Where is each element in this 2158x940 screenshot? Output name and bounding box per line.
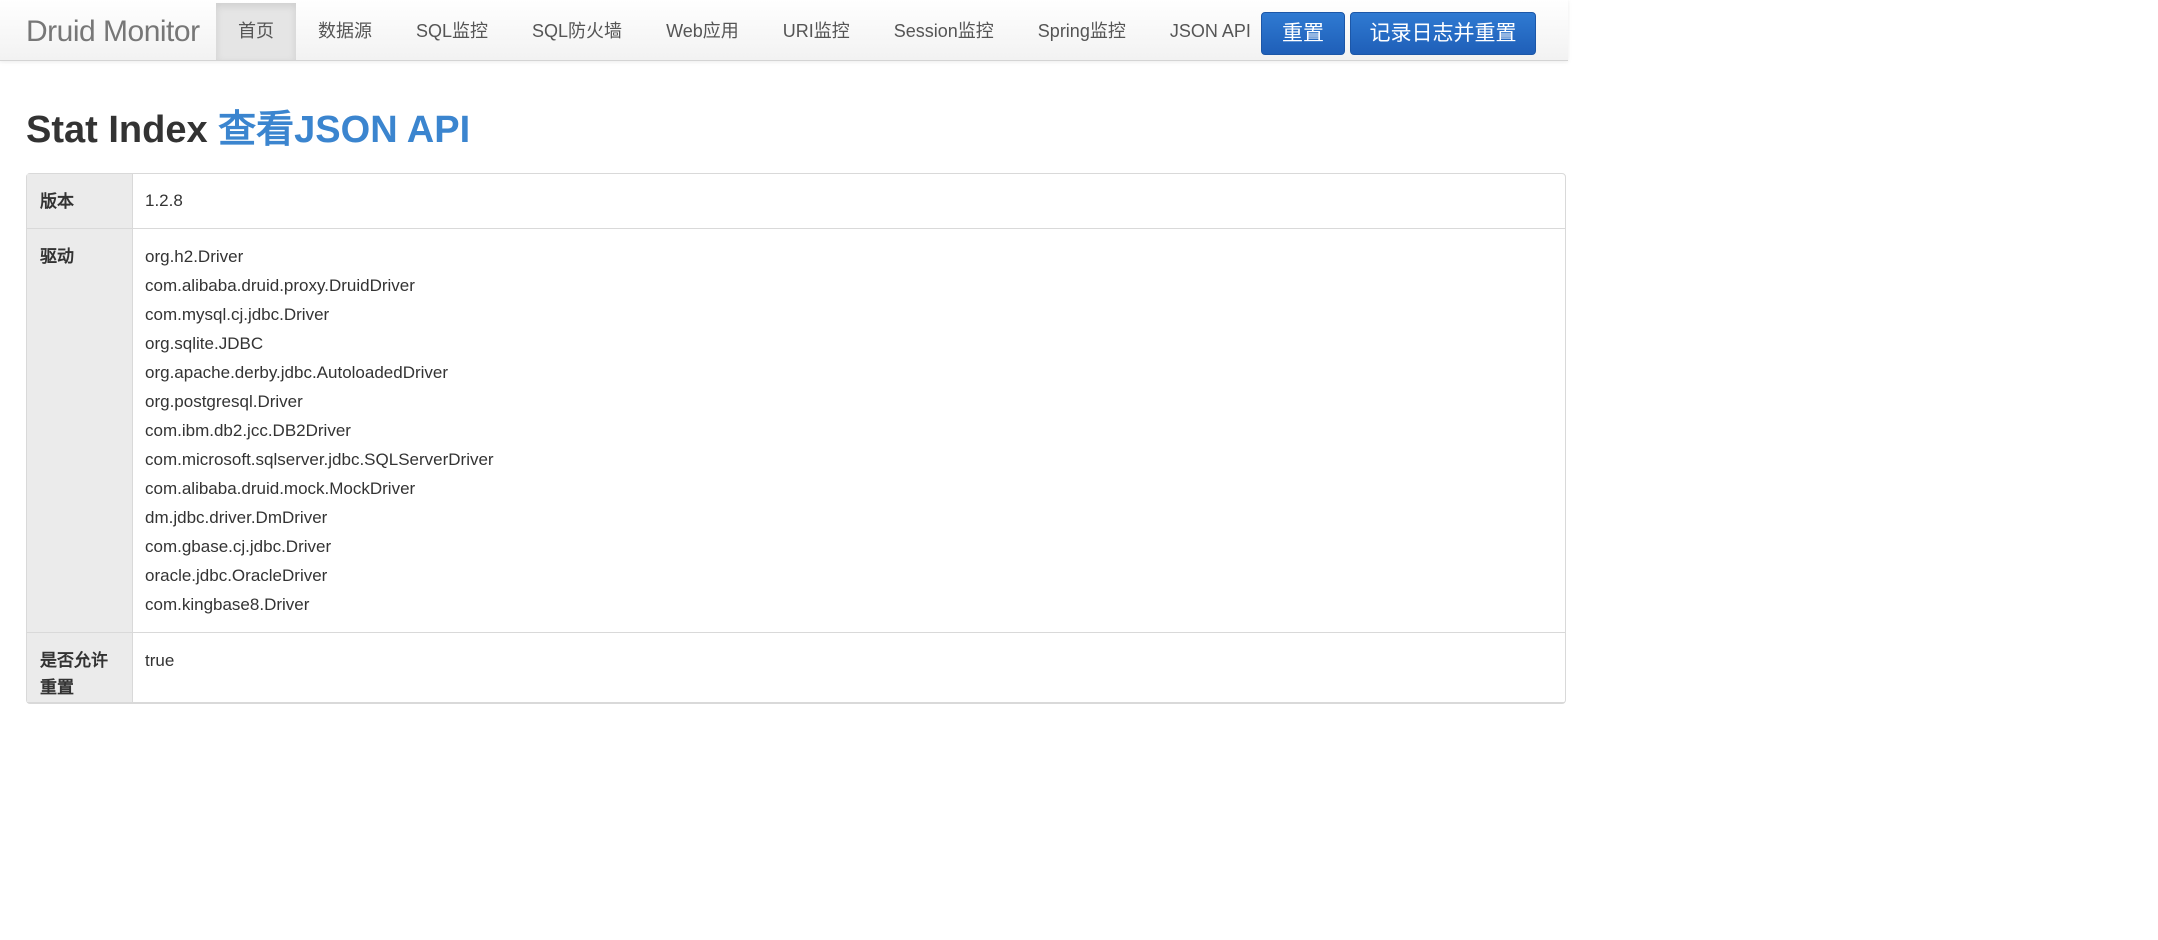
allow-reset-label: 是否允许重置 xyxy=(27,633,133,703)
nav-item-sql-firewall[interactable]: SQL防火墙 xyxy=(510,3,644,60)
stat-index-table: 版本 1.2.8 驱动 org.h2.Driver com.alibaba.dr… xyxy=(26,173,1566,704)
driver-item: com.mysql.cj.jdbc.Driver xyxy=(145,305,330,324)
driver-item: org.sqlite.JDBC xyxy=(145,334,264,353)
nav-item-uri-monitor[interactable]: URI监控 xyxy=(761,3,872,60)
driver-item: com.alibaba.druid.mock.MockDriver xyxy=(145,479,416,498)
page-title-text: Stat Index xyxy=(26,109,208,151)
driver-item: org.h2.Driver xyxy=(145,247,244,266)
driver-item: com.kingbase8.Driver xyxy=(145,595,310,614)
nav-item-web-app[interactable]: Web应用 xyxy=(644,3,761,60)
reset-button[interactable]: 重置 xyxy=(1261,12,1345,55)
allow-reset-value: true xyxy=(133,633,1565,703)
drivers-label: 驱动 xyxy=(27,229,133,633)
driver-item: org.postgresql.Driver xyxy=(145,392,303,411)
driver-item: com.microsoft.sqlserver.jdbc.SQLServerDr… xyxy=(145,450,494,469)
navbar: Druid Monitor 首页 数据源 SQL监控 SQL防火墙 Web应用 … xyxy=(0,0,1568,61)
driver-item: org.apache.derby.jdbc.AutoloadedDriver xyxy=(145,363,449,382)
table-row-version: 版本 1.2.8 xyxy=(27,174,1565,229)
driver-list: org.h2.Driver com.alibaba.druid.proxy.Dr… xyxy=(145,242,1553,619)
nav-item-json-api[interactable]: JSON API xyxy=(1148,3,1273,60)
nav-item-home[interactable]: 首页 xyxy=(216,3,296,60)
version-label: 版本 xyxy=(27,174,133,229)
driver-item: dm.jdbc.driver.DmDriver xyxy=(145,508,328,527)
nav-item-session-monitor[interactable]: Session监控 xyxy=(872,3,1016,60)
brand-logo[interactable]: Druid Monitor xyxy=(26,14,200,50)
table-row-drivers: 驱动 org.h2.Driver com.alibaba.druid.proxy… xyxy=(27,229,1565,633)
nav-item-spring-monitor[interactable]: Spring监控 xyxy=(1016,3,1148,60)
table-row-allow-reset: 是否允许重置 true xyxy=(27,633,1565,703)
json-api-link[interactable]: 查看JSON API xyxy=(218,109,470,151)
log-and-reset-button[interactable]: 记录日志并重置 xyxy=(1350,12,1536,55)
main-nav: 首页 数据源 SQL监控 SQL防火墙 Web应用 URI监控 Session监… xyxy=(216,3,1273,60)
nav-item-datasource[interactable]: 数据源 xyxy=(296,3,394,60)
driver-item: com.gbase.cj.jdbc.Driver xyxy=(145,537,332,556)
drivers-value: org.h2.Driver com.alibaba.druid.proxy.Dr… xyxy=(133,229,1565,633)
driver-item: com.alibaba.druid.proxy.DruidDriver xyxy=(145,276,415,295)
nav-item-sql-monitor[interactable]: SQL监控 xyxy=(394,3,510,60)
page-title: Stat Index 查看JSON API xyxy=(26,108,470,152)
driver-item: oracle.jdbc.OracleDriver xyxy=(145,566,328,585)
driver-item: com.ibm.db2.jcc.DB2Driver xyxy=(145,421,351,440)
version-value: 1.2.8 xyxy=(133,174,1565,229)
